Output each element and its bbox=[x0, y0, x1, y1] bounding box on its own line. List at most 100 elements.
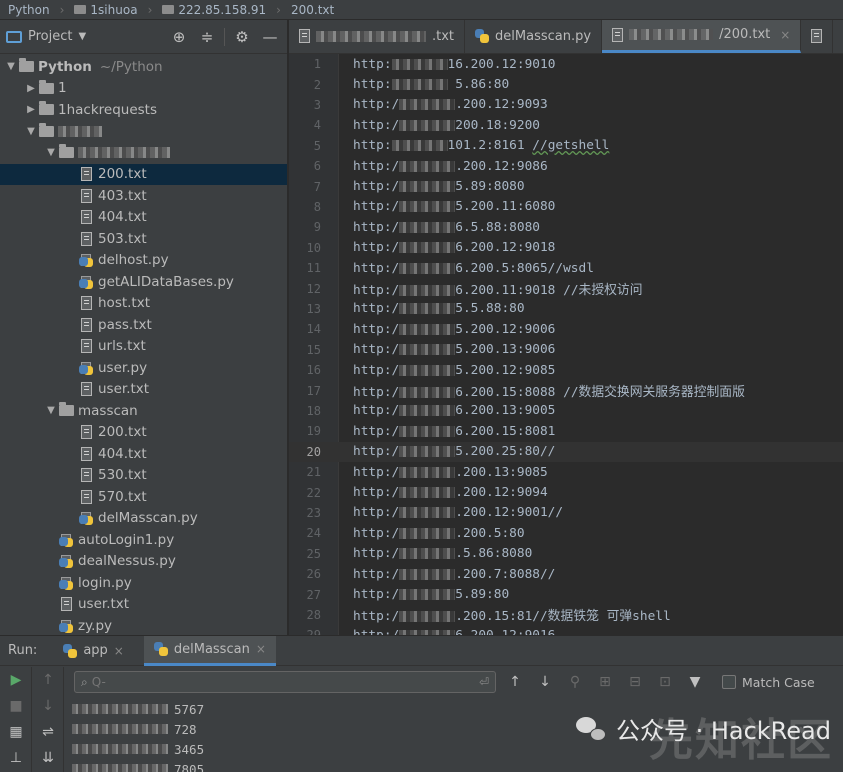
collapse-all-icon[interactable]: ≑ bbox=[196, 28, 218, 46]
code-line[interactable]: 8 http:/ 5.200.11:6080 bbox=[289, 197, 843, 217]
expand-arrow-icon[interactable]: ▼ bbox=[44, 147, 58, 158]
stop-icon[interactable]: ■ bbox=[0, 693, 32, 719]
editor-tab[interactable]: /200.txt × bbox=[602, 20, 802, 53]
console-search-field[interactable]: ⌕ ⏎ bbox=[74, 671, 496, 693]
project-view-selector[interactable]: Project bbox=[28, 29, 72, 44]
search-input[interactable] bbox=[91, 675, 475, 689]
tree-file[interactable]: host.txt bbox=[0, 293, 287, 315]
code-line[interactable]: 21 http:/ .200.13:9085 bbox=[289, 462, 843, 482]
tree-file[interactable]: delMasscan.py bbox=[0, 508, 287, 530]
tree-file[interactable]: login.py bbox=[0, 572, 287, 594]
breadcrumb-item-folder[interactable]: 1sihuoa bbox=[74, 3, 138, 17]
gear-icon[interactable]: ⚙ bbox=[231, 28, 253, 46]
expand-arrow-icon[interactable]: ▼ bbox=[24, 126, 38, 137]
code-line[interactable]: 26 http:/ .200.7:8088// bbox=[289, 564, 843, 584]
breadcrumb-item-root[interactable]: Python bbox=[8, 3, 50, 17]
code-line[interactable]: 28 http:/ .200.15:81//数据铁笼 可弹shell bbox=[289, 605, 843, 625]
tree-file[interactable]: 404.txt bbox=[0, 207, 287, 229]
tree-file[interactable]: 570.txt bbox=[0, 486, 287, 508]
expand-arrow-icon[interactable]: ▼ bbox=[44, 405, 58, 416]
locate-file-icon[interactable]: ⊕ bbox=[168, 28, 190, 46]
code-line[interactable]: 11 http:/ 6.200.5:8065//wsdl bbox=[289, 258, 843, 278]
run-tab-delmasscan[interactable]: delMasscan × bbox=[143, 635, 276, 666]
next-occurrence-icon[interactable]: ↓ bbox=[534, 674, 556, 690]
code-line[interactable]: 13 http:/ 5.5.88:80 bbox=[289, 299, 843, 319]
code-line[interactable]: 24 http:/ .200.5:80 bbox=[289, 523, 843, 543]
chevron-down-icon[interactable]: ▼ bbox=[78, 31, 86, 42]
arrow-down-icon[interactable]: ↓ bbox=[32, 693, 64, 719]
code-line[interactable]: 20 http:/ 5.200.25:80// bbox=[289, 441, 843, 462]
tree-file[interactable]: 503.txt bbox=[0, 228, 287, 250]
code-line[interactable]: 4 http:/ 200.18:9200 bbox=[289, 115, 843, 135]
layout-icon[interactable]: ▦ bbox=[0, 719, 32, 745]
more-tabs-icon[interactable] bbox=[801, 20, 834, 53]
close-icon[interactable]: × bbox=[780, 28, 790, 42]
code-line[interactable]: 16 http:/ 5.200.12:9085 bbox=[289, 360, 843, 380]
code-line[interactable]: 6 http:/ .200.12:9086 bbox=[289, 156, 843, 176]
tree-folder[interactable]: ▼ Python ~/Python bbox=[0, 56, 287, 78]
filter-icon[interactable]: ▼ bbox=[684, 674, 706, 690]
remove-selection-icon[interactable]: ⊟ bbox=[624, 674, 646, 690]
scroll-to-end-icon[interactable]: ⇊ bbox=[32, 745, 64, 771]
tree-file[interactable]: 530.txt bbox=[0, 465, 287, 487]
close-icon[interactable]: × bbox=[256, 642, 266, 656]
code-view[interactable]: 1 http: 16.200.12:9010 2 http: 5.86:80 3 http:… bbox=[289, 54, 843, 635]
tree-folder[interactable]: ▼ bbox=[0, 142, 287, 164]
code-line[interactable]: 3 http:/ .200.12:9093 bbox=[289, 95, 843, 115]
collapse-arrow-icon[interactable]: ▶ bbox=[24, 83, 38, 94]
collapse-arrow-icon[interactable]: ▶ bbox=[24, 104, 38, 115]
tree-file[interactable]: autoLogin1.py bbox=[0, 529, 287, 551]
soft-wrap-icon[interactable]: ⇌ bbox=[32, 719, 64, 745]
code-line[interactable]: 1 http: 16.200.12:9010 bbox=[289, 54, 843, 74]
code-line[interactable]: 29 http:/ 6.200.12:9016 bbox=[289, 625, 843, 635]
code-line[interactable]: 23 http:/ .200.12:9001// bbox=[289, 503, 843, 523]
tree-folder[interactable]: ▼ masscan bbox=[0, 400, 287, 422]
tree-file[interactable]: 404.txt bbox=[0, 443, 287, 465]
arrow-up-icon[interactable]: ↑ bbox=[32, 667, 64, 693]
expand-arrow-icon[interactable]: ▼ bbox=[4, 61, 18, 72]
tree-folder[interactable]: ▶ 1 bbox=[0, 78, 287, 100]
close-icon[interactable]: × bbox=[114, 644, 124, 658]
code-line[interactable]: 9 http:/ 6.5.88:8080 bbox=[289, 217, 843, 237]
tree-file[interactable]: user.txt bbox=[0, 594, 287, 616]
tree-file[interactable]: user.py bbox=[0, 357, 287, 379]
find-all-icon[interactable]: ⚲ bbox=[564, 674, 586, 690]
tree-file[interactable]: delhost.py bbox=[0, 250, 287, 272]
breadcrumb-item-subfolder[interactable]: 222.85.158.91 bbox=[162, 3, 266, 17]
hide-panel-icon[interactable]: — bbox=[259, 28, 281, 46]
tree-file[interactable]: zy.py bbox=[0, 615, 287, 635]
tree-file[interactable]: pass.txt bbox=[0, 314, 287, 336]
editor-tab[interactable]: .txt bbox=[289, 20, 466, 53]
tree-file[interactable]: 403.txt bbox=[0, 185, 287, 207]
code-line[interactable]: 7 http:/ 5.89:8080 bbox=[289, 176, 843, 196]
match-case-option[interactable]: Match Case bbox=[722, 675, 815, 690]
run-tab-app[interactable]: app × bbox=[53, 636, 134, 666]
editor-tab[interactable]: delMasscan.py bbox=[465, 20, 603, 53]
code-line[interactable]: 12 http:/ 6.200.11:9018 //未授权访问 bbox=[289, 278, 843, 299]
select-all-occurrences-icon[interactable]: ⊡ bbox=[654, 674, 676, 690]
code-line[interactable]: 14 http:/ 5.200.12:9006 bbox=[289, 319, 843, 339]
regex-history-icon[interactable]: ⏎ bbox=[479, 675, 489, 689]
tree-file[interactable]: 200.txt bbox=[0, 422, 287, 444]
code-line[interactable]: 18 http:/ 6.200.13:9005 bbox=[289, 401, 843, 421]
code-line[interactable]: 25 http:/ .5.86:8080 bbox=[289, 544, 843, 564]
tree-file[interactable]: getALIDataBases.py bbox=[0, 271, 287, 293]
code-line[interactable]: 10 http:/ 6.200.12:9018 bbox=[289, 238, 843, 258]
tree-file[interactable]: user.txt bbox=[0, 379, 287, 401]
tree-folder[interactable]: ▼ bbox=[0, 121, 287, 143]
match-case-checkbox[interactable] bbox=[722, 675, 736, 689]
tree-folder[interactable]: ▶ 1hackrequests bbox=[0, 99, 287, 121]
run-icon[interactable]: ▶ bbox=[0, 667, 32, 693]
code-line[interactable]: 15 http:/ 5.200.13:9006 bbox=[289, 340, 843, 360]
previous-occurrence-icon[interactable]: ↑ bbox=[504, 674, 526, 690]
tree-file[interactable]: 200.txt bbox=[0, 163, 287, 185]
breadcrumb-item-file[interactable]: 200.txt bbox=[291, 3, 334, 17]
code-line[interactable]: 5 http: 101.2:8161 //getshell bbox=[289, 136, 843, 156]
code-line[interactable]: 17 http:/ 6.200.15:8088 //数据交换网关服务器控制面版 bbox=[289, 380, 843, 401]
code-line[interactable]: 22 http:/ .200.12:9094 bbox=[289, 482, 843, 502]
console-output[interactable]: 5767 728 3465 7805 bbox=[72, 699, 532, 772]
code-line[interactable]: 19 http:/ 6.200.15:8081 bbox=[289, 421, 843, 441]
tree-file[interactable]: dealNessus.py bbox=[0, 551, 287, 573]
add-selection-icon[interactable]: ⊞ bbox=[594, 674, 616, 690]
code-line[interactable]: 2 http: 5.86:80 bbox=[289, 74, 843, 94]
